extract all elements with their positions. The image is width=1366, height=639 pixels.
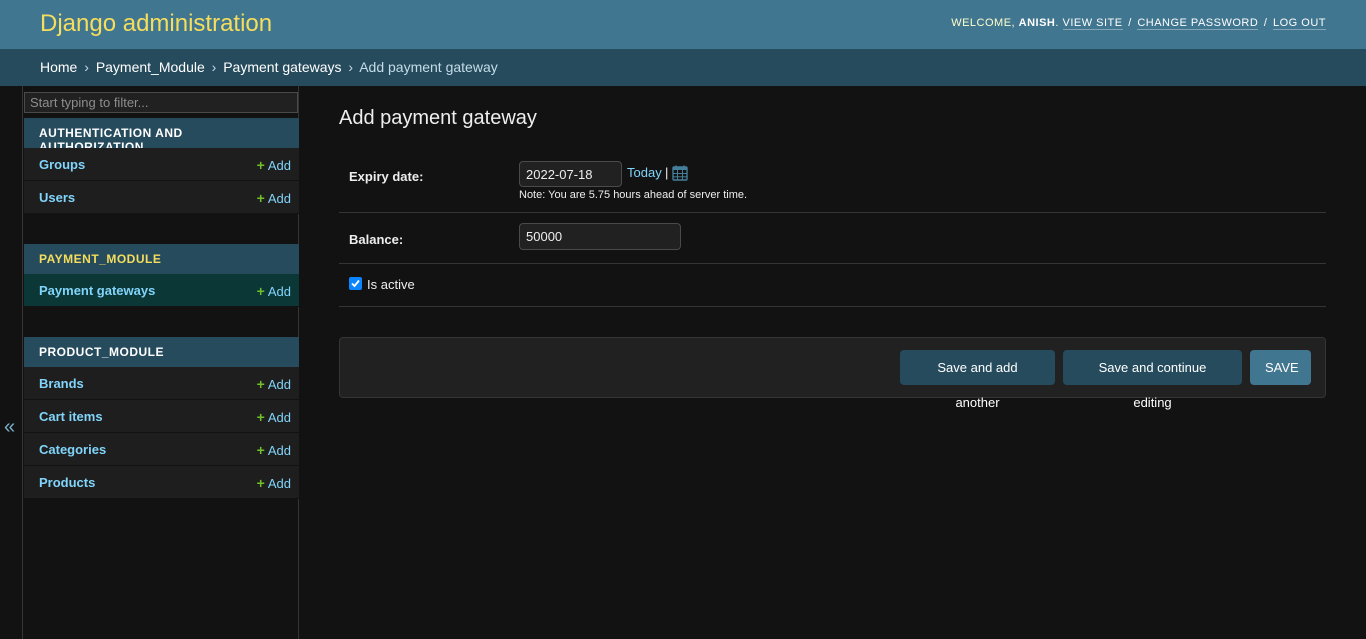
welcome-suffix: . [1055, 17, 1063, 29]
add-label: Add [267, 284, 291, 299]
model-link-products[interactable]: Products [39, 475, 95, 490]
add-label: Add [267, 377, 291, 392]
page-title: Add payment gateway [339, 107, 537, 129]
module-caption[interactable]: Product_Module [24, 337, 299, 367]
plus-icon: + [256, 475, 265, 491]
sidebar-item-cart-items: Cart items + Add [24, 400, 299, 433]
add-label: Add [267, 410, 291, 425]
view-site-link[interactable]: View site [1062, 17, 1123, 30]
plus-icon: + [256, 190, 265, 206]
breadcrumb-home[interactable]: Home [40, 59, 77, 75]
welcome-text: Welcome, [951, 17, 1019, 29]
sidebar-item-brands: Brands + Add [24, 367, 299, 400]
nav-filter-input[interactable] [24, 92, 298, 113]
form-row-is-active: Is active [339, 264, 1326, 307]
model-link-cart-items[interactable]: Cart items [39, 409, 103, 424]
module-payment: Payment_Module Payment gateways + Add [24, 244, 299, 307]
save-and-add-another-button[interactable]: Save and add another [900, 350, 1055, 410]
add-products-link[interactable]: + Add [257, 475, 291, 491]
nav-sidebar: Authentication and Authorization Groups … [22, 86, 299, 639]
balance-label: Balance: [349, 232, 404, 247]
plus-icon: + [256, 376, 265, 392]
expiry-date-label: Expiry date: [349, 169, 424, 184]
add-label: Add [267, 191, 291, 206]
model-link-categories[interactable]: Categories [39, 442, 106, 457]
sidebar-item-categories: Categories + Add [24, 433, 299, 466]
calendar-icon[interactable] [672, 165, 688, 181]
add-categories-link[interactable]: + Add [257, 442, 291, 458]
module-authentication: Authentication and Authorization Groups … [24, 118, 299, 214]
save-button[interactable]: Save [1250, 350, 1311, 385]
form-row-expiry-date: Expiry date: Today | Note: You are 5.75 … [339, 149, 1326, 213]
separator: / [1263, 17, 1268, 29]
balance-input[interactable] [519, 223, 681, 250]
today-link[interactable]: Today [627, 165, 662, 180]
is-active-checkbox[interactable] [349, 277, 362, 290]
add-payment-gateways-link[interactable]: + Add [257, 283, 291, 299]
submit-row: Save and add another Save and continue e… [339, 337, 1326, 410]
model-link-users[interactable]: Users [39, 190, 75, 205]
add-users-link[interactable]: + Add [257, 190, 291, 206]
module-product: Product_Module Brands + Add Cart items + A… [24, 337, 299, 499]
add-label: Add [267, 443, 291, 458]
timezone-note: Note: You are 5.75 hours ahead of server… [519, 189, 748, 201]
plus-icon: + [256, 157, 265, 173]
form-row-balance: Balance: [339, 213, 1326, 264]
sidebar-item-payment-gateways: Payment gateways + Add [24, 274, 299, 307]
user-tools: Welcome, Anish. View site / Change passw… [951, 17, 1326, 30]
username: Anish [1018, 17, 1056, 29]
module-caption[interactable]: Authentication and Authorization [24, 118, 299, 154]
header: Django administration Welcome, Anish. Vi… [0, 0, 1366, 49]
model-link-groups[interactable]: Groups [39, 157, 85, 172]
is-active-label[interactable]: Is active [367, 277, 415, 292]
collapse-sidebar-icon[interactable]: « [4, 416, 15, 439]
sidebar-item-groups: Groups + Add [24, 148, 299, 181]
add-groups-link[interactable]: + Add [257, 157, 291, 173]
breadcrumb-separator: › [348, 59, 354, 75]
sidebar-item-users: Users + Add [24, 181, 299, 214]
model-link-payment-gateways[interactable]: Payment gateways [39, 283, 155, 298]
plus-icon: + [256, 409, 265, 425]
breadcrumb: Home › Payment_Module › Payment gateways… [0, 49, 1366, 86]
expiry-date-input[interactable] [519, 161, 622, 187]
breadcrumb-model[interactable]: Payment gateways [223, 59, 341, 75]
toggle-nav-sidebar[interactable]: « [0, 86, 22, 639]
breadcrumb-separator: › [211, 59, 217, 75]
separator: | [665, 165, 669, 180]
sidebar-item-products: Products + Add [24, 466, 299, 499]
add-label: Add [267, 476, 291, 491]
plus-icon: + [256, 283, 265, 299]
module-caption[interactable]: Payment_Module [24, 244, 299, 274]
plus-icon: + [256, 442, 265, 458]
separator: / [1128, 17, 1132, 29]
site-name[interactable]: Django administration [40, 10, 272, 38]
log-out-link[interactable]: Log out [1272, 17, 1326, 30]
add-cart-items-link[interactable]: + Add [257, 409, 291, 425]
breadcrumb-module[interactable]: Payment_Module [96, 59, 205, 75]
add-brands-link[interactable]: + Add [257, 376, 291, 392]
save-and-continue-button[interactable]: Save and continue editing [1063, 350, 1242, 410]
breadcrumb-separator: › [84, 59, 89, 75]
add-label: Add [267, 158, 291, 173]
model-link-brands[interactable]: Brands [39, 376, 84, 391]
change-password-link[interactable]: Change password [1137, 17, 1259, 30]
breadcrumb-current: Add payment gateway [359, 59, 498, 75]
